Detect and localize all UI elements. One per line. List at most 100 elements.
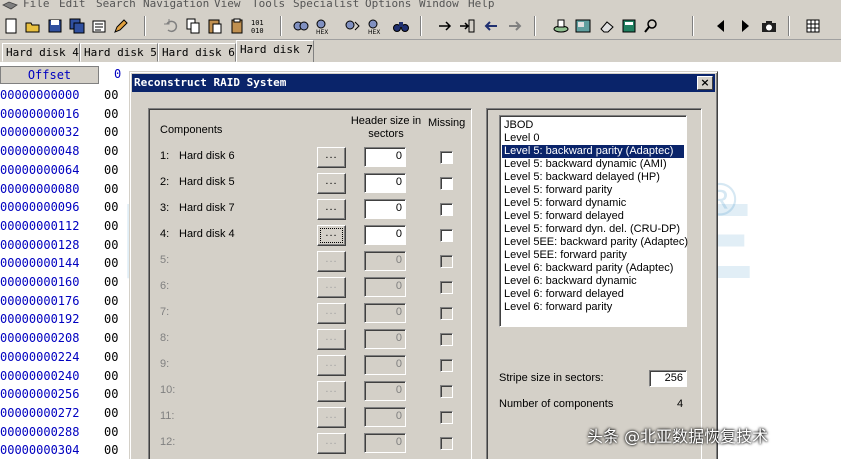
find-icon[interactable] [292, 17, 310, 35]
dialog-title-bar[interactable]: Reconstruct RAID System × [132, 74, 715, 92]
browse-component-button[interactable]: ... [317, 147, 346, 168]
forward-icon[interactable] [506, 17, 524, 35]
raid-type-option[interactable]: Level 5EE: forward parity [502, 249, 684, 262]
back-icon[interactable] [482, 17, 500, 35]
hex-byte[interactable]: 00 [104, 236, 118, 254]
browse-component-button[interactable]: ... [317, 251, 346, 272]
hex-row[interactable]: 00000000048 00 [0, 142, 130, 160]
header-size-input[interactable]: 0 [364, 277, 406, 297]
header-size-input[interactable]: 0 [364, 303, 406, 323]
missing-checkbox[interactable] [440, 255, 453, 268]
menu-specialist[interactable]: Specialist [293, 0, 359, 10]
hex-byte[interactable]: 00 [104, 348, 118, 366]
zoom-icon[interactable] [642, 17, 660, 35]
menu-edit[interactable]: Edit [59, 0, 86, 10]
eraser-icon[interactable] [598, 17, 616, 35]
browse-component-button[interactable]: ... [317, 173, 346, 194]
find-hex-icon[interactable]: HEX [314, 17, 332, 35]
browse-component-button[interactable]: ... [317, 225, 346, 246]
hex-byte[interactable]: 00 [104, 217, 118, 235]
hex-byte[interactable]: 00 [104, 385, 118, 403]
hex-row[interactable]: 00000000128 00 [0, 236, 130, 254]
header-size-input[interactable]: 0 [364, 355, 406, 375]
replace-icon[interactable] [344, 17, 362, 35]
tab-hard-disk-5[interactable]: Hard disk 5 [80, 43, 158, 62]
new-icon[interactable] [2, 17, 20, 35]
menu-search[interactable]: Search [96, 0, 136, 10]
hex-row[interactable]: 00000000256 00 [0, 385, 130, 403]
hex-row[interactable]: 00000000192 00 [0, 310, 130, 328]
raid-type-option[interactable]: Level 5EE: backward parity (Adaptec) [502, 236, 688, 249]
header-size-input[interactable]: 0 [364, 199, 406, 219]
header-size-input[interactable]: 0 [364, 329, 406, 349]
raid-type-option[interactable]: Level 5: forward dyn. del. (CRU-DP) [502, 223, 684, 236]
missing-checkbox[interactable] [440, 307, 453, 320]
hex-byte[interactable]: 00 [104, 292, 118, 310]
browse-component-button[interactable]: ... [317, 407, 346, 428]
raid-type-option[interactable]: Level 6: backward parity (Adaptec) [502, 262, 684, 275]
missing-checkbox[interactable] [440, 177, 453, 190]
raid-type-option[interactable]: Level 5: forward dynamic [502, 197, 684, 210]
missing-checkbox[interactable] [440, 229, 453, 242]
browse-component-button[interactable]: ... [317, 303, 346, 324]
hex-row[interactable]: 00000000208 00 [0, 329, 130, 347]
hex-row[interactable]: 00000000016 00 [0, 105, 130, 123]
hex-byte[interactable]: 00 [104, 161, 118, 179]
disk-icon[interactable] [552, 17, 570, 35]
hex-row[interactable]: 00000000240 00 [0, 367, 130, 385]
tab-hard-disk-7[interactable]: Hard disk 7 [236, 40, 314, 62]
menu-help[interactable]: Help [468, 0, 495, 10]
raid-type-option[interactable]: Level 5: forward parity [502, 184, 684, 197]
raid-type-option[interactable]: Level 0 [502, 132, 684, 145]
prev-icon[interactable] [712, 17, 730, 35]
hex-byte[interactable]: 00 [104, 105, 118, 123]
missing-checkbox[interactable] [440, 411, 453, 424]
hex-byte[interactable]: 00 [104, 254, 118, 272]
header-size-input[interactable]: 0 [364, 251, 406, 271]
properties-icon[interactable] [90, 17, 108, 35]
browse-component-button[interactable]: ... [317, 433, 346, 454]
hex-byte[interactable]: 00 [104, 423, 118, 441]
hex-byte[interactable]: 00 [104, 198, 118, 216]
hex-row[interactable]: 00000000176 00 [0, 292, 130, 310]
header-size-input[interactable]: 0 [364, 147, 406, 167]
undo-icon[interactable] [162, 17, 180, 35]
hex-byte[interactable]: 00 [104, 441, 118, 459]
raid-type-option[interactable]: Level 6: backward dynamic [502, 275, 684, 288]
header-size-input[interactable]: 0 [364, 381, 406, 401]
menu-tools[interactable]: Tools [252, 0, 285, 10]
header-size-input[interactable]: 0 [364, 407, 406, 427]
menu-file[interactable]: File [23, 0, 50, 10]
browse-component-button[interactable]: ... [317, 329, 346, 350]
raid-type-option[interactable]: Level 5: backward delayed (HP) [502, 171, 684, 184]
save-icon[interactable] [46, 17, 64, 35]
missing-checkbox[interactable] [440, 281, 453, 294]
tab-hard-disk-4[interactable]: Hard disk 4 [2, 43, 80, 62]
stripe-size-input[interactable]: 256 [649, 370, 687, 387]
browse-component-button[interactable]: ... [317, 277, 346, 298]
hex-byte[interactable]: 00 [104, 123, 118, 141]
hex-row[interactable]: 00000000224 00 [0, 348, 130, 366]
hex-row[interactable]: 00000000080 00 [0, 180, 130, 198]
missing-checkbox[interactable] [440, 359, 453, 372]
hex-row[interactable]: 00000000064 00 [0, 161, 130, 179]
hex-row[interactable]: 00000000288 00 [0, 423, 130, 441]
open-icon[interactable] [24, 17, 42, 35]
raid-type-option[interactable]: Level 5: backward parity (Adaptec) [502, 145, 684, 158]
replace-hex-icon[interactable]: HEX [366, 17, 384, 35]
menu-navigation[interactable]: Navigation [143, 0, 209, 10]
hex-row[interactable]: 00000000160 00 [0, 273, 130, 291]
save-all-icon[interactable] [68, 17, 86, 35]
hex-byte[interactable]: 00 [104, 329, 118, 347]
missing-checkbox[interactable] [440, 333, 453, 346]
close-button[interactable]: × [697, 76, 713, 90]
hex-byte[interactable]: 00 [104, 273, 118, 291]
browse-component-button[interactable]: ... [317, 199, 346, 220]
hex-row[interactable]: 00000000112 00 [0, 217, 130, 235]
menu-window[interactable]: Window [419, 0, 459, 10]
hex-row[interactable]: 00000000144 00 [0, 254, 130, 272]
hex-byte[interactable]: 00 [104, 142, 118, 160]
header-size-input[interactable]: 0 [364, 433, 406, 453]
tab-hard-disk-6[interactable]: Hard disk 6 [158, 43, 236, 62]
raid-type-option[interactable]: Level 5: forward delayed [502, 210, 684, 223]
